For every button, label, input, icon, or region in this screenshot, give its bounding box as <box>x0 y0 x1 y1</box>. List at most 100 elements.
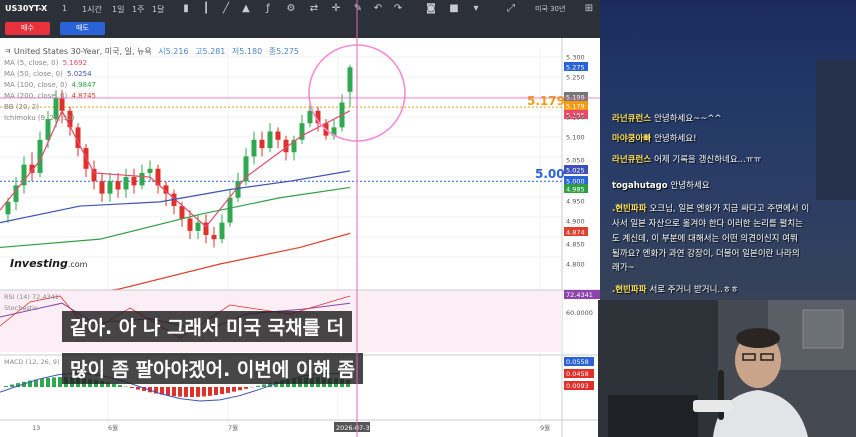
chat-username[interactable]: .현빈파파 <box>612 204 649 214</box>
macd-bar <box>238 387 242 391</box>
chat-username[interactable]: .현빈파파 <box>612 285 649 295</box>
expand-icon[interactable]: ⊞ <box>583 3 595 15</box>
indicator-icon[interactable]: ƒ <box>262 3 274 15</box>
candle-body[interactable] <box>187 218 193 231</box>
redo-icon[interactable]: ↷ <box>392 3 404 15</box>
fullscreen-icon[interactable]: ⤢ <box>505 3 517 15</box>
chat-message: 될까요? 엔화가 과연 강장이, 더불어 일본이란 나라의 <box>612 248 800 261</box>
candle-body[interactable] <box>315 110 321 124</box>
macd-bar <box>178 387 182 397</box>
screen: US30YT-X 1 1시간 1일 1주 1달 ▮ ┃ ╱ ▲ ƒ ⚙ ⇄ ✛ … <box>0 0 856 437</box>
chat-message: togahutago 안녕하세요 <box>612 180 710 193</box>
chat-message: 마야쿵아빠 안녕하세요! <box>612 133 697 146</box>
chart-title-row: ㅋ United States 30-Year, 미국, 일, 뉴욕 시5.21… <box>4 46 299 57</box>
candle-body[interactable] <box>331 127 337 136</box>
price-label: 5.250 <box>566 74 585 82</box>
rsi-axis-label: 60.0000 <box>566 309 593 317</box>
candle-body[interactable] <box>219 222 225 240</box>
chat-username[interactable]: togahutago <box>612 181 671 191</box>
price-label: 4.800 <box>566 261 585 269</box>
dropdown-icon[interactable]: ▾ <box>470 3 482 15</box>
candle-body[interactable] <box>107 181 113 194</box>
candle-body[interactable] <box>259 139 265 149</box>
undo-icon[interactable]: ↶ <box>372 3 384 15</box>
camera-icon[interactable]: ◙ <box>425 3 437 15</box>
candle-body[interactable] <box>347 67 353 92</box>
candle-body[interactable] <box>227 197 233 223</box>
line-chart-icon[interactable]: ╱ <box>220 3 232 15</box>
macd-bar <box>262 384 266 387</box>
price-label: 5.150 <box>566 114 585 122</box>
candle-body[interactable] <box>275 131 281 140</box>
candle-body[interactable] <box>59 98 65 111</box>
legend-ma50[interactable]: MA (50, close, 0) 5.0254 <box>4 70 94 78</box>
candle-type-icon[interactable]: ▮ <box>180 3 192 15</box>
macd-bar <box>256 385 260 387</box>
price-label: 5.275 <box>566 64 585 72</box>
settings-icon[interactable]: ⚙ <box>285 3 297 15</box>
candle-body[interactable] <box>179 206 185 219</box>
price-label: 4.850 <box>566 241 585 249</box>
bar-chart-icon[interactable]: ┃ <box>200 3 212 15</box>
level-label-500: 5.00 <box>535 167 565 181</box>
legend-ichimoku[interactable]: Ichimoku (9, 26, 52) <box>4 114 75 122</box>
buy-button[interactable]: 매수 <box>5 22 50 35</box>
chat-username[interactable]: 라넌큐런스 <box>612 114 654 124</box>
open-value: 시5.216 <box>158 47 189 56</box>
instrument-select[interactable]: 미국 30년 <box>535 4 565 14</box>
background-building <box>816 60 856 200</box>
legend-bb[interactable]: BB (20, 2) <box>4 103 39 111</box>
candle-body[interactable] <box>139 172 145 186</box>
chat-text: 어제 기록을 갱신하네요...ㅠㅠ <box>654 155 762 165</box>
candle-body[interactable] <box>115 181 121 190</box>
sell-button[interactable]: 매도 <box>60 22 105 35</box>
macd-bar <box>208 387 212 396</box>
draw-icon[interactable]: ✎ <box>352 3 364 15</box>
price-label: 5.199 <box>566 94 585 102</box>
candle-body[interactable] <box>323 123 329 136</box>
timeframe-1d[interactable]: 1일 <box>112 4 124 15</box>
price-label: 5.300 <box>566 54 585 62</box>
timeframe-1h[interactable]: 1시간 <box>82 4 102 15</box>
candle-body[interactable] <box>147 168 153 173</box>
candle-body[interactable] <box>251 139 257 157</box>
investing-logo: Investing.com <box>10 257 88 270</box>
subtitle-line-1: 같아. 아 나 그래서 미국 국채를 더 <box>62 311 353 342</box>
macd-bar <box>166 387 170 396</box>
area-chart-icon[interactable]: ▲ <box>240 3 252 15</box>
candle-body[interactable] <box>123 177 129 190</box>
chat-username[interactable]: 라넌큐런스 <box>612 155 654 165</box>
symbol-label[interactable]: US30YT-X <box>5 4 47 13</box>
macd-axis-label: 0.0093 <box>566 382 589 390</box>
legend-ma200[interactable]: MA (200, close, 0) 4.8745 <box>4 92 98 100</box>
crosshair-icon[interactable]: ✛ <box>330 3 342 15</box>
price-label: 4.900 <box>566 218 585 226</box>
chat-username[interactable]: 마야쿵아빠 <box>612 134 654 144</box>
candle-body[interactable] <box>99 181 105 194</box>
price-label: 5.025 <box>566 167 585 175</box>
timeframe-1[interactable]: 1 <box>62 4 67 13</box>
level-label-5179: 5.179 <box>527 94 565 108</box>
macd-axis-label: 0.0458 <box>566 370 589 378</box>
legend-ma5[interactable]: MA (5, close, 0) 5.1692 <box>4 59 89 67</box>
candle-body[interactable] <box>195 222 201 231</box>
candle-body[interactable] <box>211 235 217 240</box>
macd-bar <box>190 387 194 397</box>
chat-text: 서로 주거니 받거니..ㅎㅎ <box>649 285 739 295</box>
timeframe-1m[interactable]: 1달 <box>152 4 164 15</box>
compare-icon[interactable]: ⇄ <box>308 3 320 15</box>
candle-body[interactable] <box>5 201 11 215</box>
chat-message: 래가~ <box>612 262 635 275</box>
legend-ma100[interactable]: MA (100, close, 0) 4.9847 <box>4 81 98 89</box>
candle-body[interactable] <box>45 119 51 140</box>
chat-message: .현빈파파 오크님, 일본 엔화가 지금 싸다고 주변에서 이 <box>612 203 809 216</box>
chat-text: 사서 일본 자산으로 옮겨야 한다 이러한 논리를 펼치는 <box>612 219 803 229</box>
collapse-icon[interactable]: ㅋ <box>4 47 11 56</box>
candle-body[interactable] <box>131 177 137 186</box>
candle-body[interactable] <box>267 131 273 149</box>
candle-body[interactable] <box>307 110 313 124</box>
rsi-axis-label: 72.4341 <box>566 291 593 299</box>
timeframe-1w[interactable]: 1주 <box>132 4 144 15</box>
chat-message: 사서 일본 자산으로 옮겨야 한다 이러한 논리를 펼치는 <box>612 218 803 231</box>
color-icon[interactable]: ■ <box>448 3 460 15</box>
